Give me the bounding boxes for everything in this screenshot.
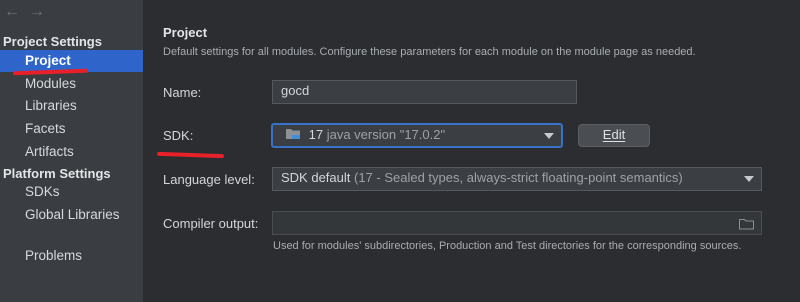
sidebar: ← → Project Settings Project Modules Lib…	[0, 0, 143, 302]
language-level-dropdown[interactable]: SDK default (17 - Sealed types, always-s…	[272, 167, 762, 191]
page-description: Default settings for all modules. Config…	[163, 46, 696, 58]
platform-settings-header: Platform Settings	[3, 166, 111, 181]
sidebar-divider	[143, 0, 144, 302]
name-field[interactable]: gocd	[272, 80, 577, 104]
name-label: Name:	[163, 85, 202, 100]
compiler-output-label: Compiler output:	[163, 216, 259, 231]
compiler-output-hint: Used for modules' subdirectories, Produc…	[273, 240, 742, 252]
nav-arrows: ← →	[4, 3, 45, 21]
sidebar-item-modules[interactable]: Modules	[0, 73, 143, 95]
sidebar-item-sdks[interactable]: SDKs	[0, 181, 143, 203]
sidebar-item-facets[interactable]: Facets	[0, 118, 143, 140]
project-settings-header: Project Settings	[3, 34, 102, 49]
sdk-label: SDK:	[163, 128, 194, 143]
edit-button[interactable]: Edit	[578, 124, 650, 147]
page-title: Project	[163, 25, 208, 40]
language-level-value: SDK default	[281, 170, 351, 185]
sidebar-item-artifacts[interactable]: Artifacts	[0, 141, 143, 163]
red-underline-annotation	[156, 151, 225, 159]
language-level-label: Language level:	[163, 172, 255, 187]
chevron-down-icon	[544, 133, 554, 139]
edit-button-label: Edit	[602, 127, 626, 142]
chevron-down-icon	[744, 176, 754, 182]
folder-browse-icon[interactable]	[739, 216, 754, 236]
sidebar-item-problems[interactable]: Problems	[0, 245, 143, 267]
back-arrow-icon[interactable]: ←	[4, 3, 20, 21]
name-value: gocd	[281, 83, 310, 98]
compiler-output-field[interactable]	[272, 211, 762, 235]
sdk-dropdown[interactable]: 17 java version "17.0.2"	[271, 123, 563, 148]
sidebar-item-libraries[interactable]: Libraries	[0, 95, 143, 117]
language-level-detail: (17 - Sealed types, always-strict floati…	[354, 170, 683, 185]
folder-icon	[285, 126, 301, 145]
sdk-detail: java version "17.0.2"	[326, 127, 446, 142]
forward-arrow-icon[interactable]: →	[29, 3, 45, 21]
sdk-version: 17	[308, 127, 324, 142]
sidebar-item-global-libraries[interactable]: Global Libraries	[0, 204, 143, 226]
